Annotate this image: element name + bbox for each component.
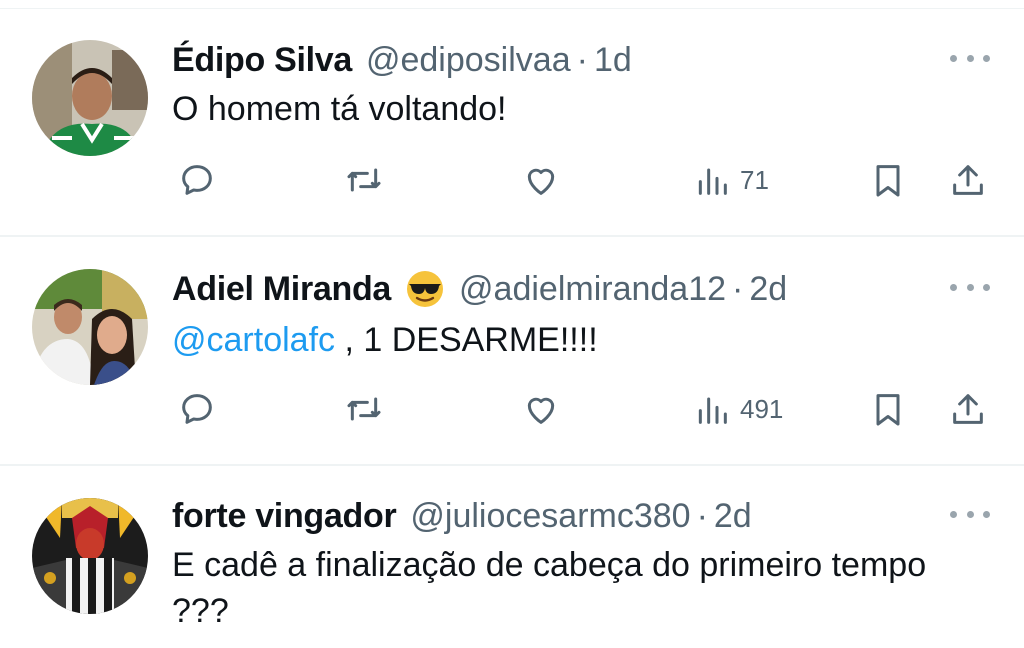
like-button[interactable] — [521, 385, 561, 433]
tweet-text-body: , 1 DESARME!!!! — [335, 321, 598, 359]
avatar-image — [32, 269, 148, 385]
tweet-text: @cartolafc , 1 DESARME!!!! — [172, 317, 972, 363]
share-button[interactable] — [948, 385, 988, 433]
bookmark-button[interactable] — [868, 156, 908, 204]
tweet-2[interactable]: Adiel Miranda @adielmiranda12 · 2d @cart… — [0, 237, 1024, 465]
tweet-header: Édipo Silva @ediposilvaa · 1d — [172, 40, 632, 80]
views-count: 71 — [740, 164, 769, 195]
share-icon — [953, 165, 983, 195]
more-icon[interactable] — [950, 504, 990, 524]
retweet-button[interactable] — [344, 156, 384, 204]
like-button[interactable] — [521, 156, 561, 204]
avatar[interactable] — [32, 40, 148, 156]
like-icon — [527, 397, 555, 424]
avatar-image — [32, 40, 148, 156]
user-handle[interactable]: @adielmiranda12 — [459, 269, 726, 309]
user-handle[interactable]: @ediposilvaa — [366, 40, 571, 80]
bookmark-icon — [876, 394, 900, 426]
timestamp[interactable]: 1d — [594, 40, 632, 80]
like-icon — [527, 168, 555, 195]
avatar[interactable] — [32, 498, 148, 614]
views-button[interactable]: 71 — [692, 156, 769, 204]
views-icon — [698, 397, 727, 424]
views-count: 491 — [740, 393, 784, 424]
timestamp[interactable]: 2d — [714, 496, 752, 536]
display-name[interactable]: Édipo Silva — [172, 40, 352, 80]
timestamp[interactable]: 2d — [749, 269, 787, 309]
tweet-text: O homem tá voltando! — [172, 90, 507, 128]
avatar-image — [32, 498, 148, 614]
display-name[interactable]: forte vingador — [172, 496, 397, 536]
avatar[interactable] — [32, 269, 148, 385]
bookmark-icon — [876, 165, 900, 197]
action-bar: 71 — [0, 156, 1024, 204]
tweet-header: forte vingador @juliocesarmc380 · 2d — [172, 496, 752, 536]
reply-button[interactable] — [177, 385, 217, 433]
separator-dot: · — [576, 41, 588, 79]
tweet-3[interactable]: forte vingador @juliocesarmc380 · 2d E c… — [0, 466, 1024, 648]
share-button[interactable] — [948, 156, 988, 204]
action-bar: 491 — [0, 385, 1024, 433]
tweet-text: E cadê a finalização de cabeça do primei… — [172, 546, 927, 630]
more-icon[interactable] — [950, 277, 990, 297]
views-icon — [698, 168, 727, 195]
mention-link[interactable]: @cartolafc — [172, 321, 335, 359]
separator-dot: · — [732, 270, 744, 308]
sunglasses-emoji-icon — [405, 269, 445, 309]
share-icon — [953, 394, 983, 424]
retweet-icon — [347, 168, 381, 192]
reply-icon — [182, 394, 212, 424]
reply-button[interactable] — [177, 156, 217, 204]
tweet-header: Adiel Miranda @adielmiranda12 · 2d — [172, 269, 787, 309]
reply-icon — [182, 165, 212, 195]
tweet-1[interactable]: Édipo Silva @ediposilvaa · 1d O homem tá… — [0, 0, 1024, 236]
user-handle[interactable]: @juliocesarmc380 — [410, 496, 690, 536]
views-button[interactable]: 491 — [692, 385, 783, 433]
separator-dot: · — [696, 497, 708, 535]
display-name[interactable]: Adiel Miranda — [172, 269, 391, 309]
more-icon[interactable] — [950, 48, 990, 68]
retweet-button[interactable] — [344, 385, 384, 433]
retweet-icon — [347, 397, 381, 421]
bookmark-button[interactable] — [868, 385, 908, 433]
